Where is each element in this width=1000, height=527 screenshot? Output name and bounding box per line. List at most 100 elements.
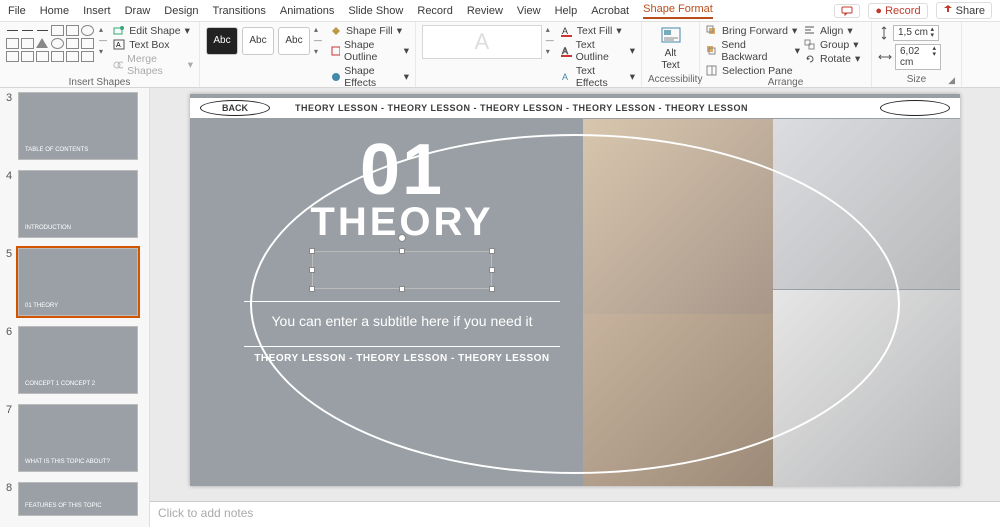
dialog-launcher-icon[interactable]: ◢ xyxy=(948,75,955,86)
text-box-button[interactable]: AText Box xyxy=(113,39,193,51)
workspace: 3TABLE OF CONTENTS 4INTRODUCTION 501 THE… xyxy=(0,88,1000,527)
wordart-expand[interactable]: ▴―▾ xyxy=(546,25,557,56)
share-icon xyxy=(943,4,953,14)
style-swatch[interactable]: Abc xyxy=(242,27,274,55)
group-icon xyxy=(804,39,816,51)
shape-fill-button[interactable]: Shape Fill ▾ xyxy=(330,25,409,37)
alt-text-button[interactable]: AltText xyxy=(649,25,693,71)
tab-review[interactable]: Review xyxy=(467,5,503,17)
style-swatch[interactable]: Abc xyxy=(206,27,238,55)
resize-handle[interactable] xyxy=(489,286,495,292)
tab-file[interactable]: File xyxy=(8,5,26,17)
effects-icon xyxy=(330,71,340,83)
style-expand[interactable]: ▴―▾ xyxy=(314,25,326,56)
resize-handle[interactable] xyxy=(489,267,495,273)
merge-shapes-button[interactable]: Merge Shapes ▾ xyxy=(113,53,193,77)
group-arrange: Bring Forward ▾ Send Backward ▾ Selectio… xyxy=(700,22,872,87)
tab-insert[interactable]: Insert xyxy=(83,5,111,17)
shapes-expand[interactable]: ▴―▾ xyxy=(99,25,109,56)
text-outline-button[interactable]: AText Outline ▾ xyxy=(561,39,635,63)
divider xyxy=(244,346,560,347)
thumb-number: 8 xyxy=(6,482,14,494)
tab-record[interactable]: Record xyxy=(417,5,452,17)
tab-transitions[interactable]: Transitions xyxy=(213,5,266,17)
width-icon xyxy=(878,51,892,63)
resize-handle[interactable] xyxy=(309,286,315,292)
resize-handle[interactable] xyxy=(399,286,405,292)
merge-shapes-icon xyxy=(113,59,123,71)
resize-handle[interactable] xyxy=(309,248,315,254)
group-size: 1,5 cm▴▾ 6,02 cm▴▾ Size◢ xyxy=(872,22,962,87)
slide-thumbnail[interactable]: FEATURES OF THIS TOPIC xyxy=(18,482,138,516)
comment-icon xyxy=(841,6,853,16)
slide-thumbnail-selected[interactable]: 01 THEORY xyxy=(18,248,138,316)
tab-animations[interactable]: Animations xyxy=(280,5,334,17)
resize-handle[interactable] xyxy=(399,248,405,254)
slide-image[interactable] xyxy=(583,314,773,486)
slide-image[interactable] xyxy=(773,119,960,289)
shapes-gallery[interactable] xyxy=(6,25,95,63)
send-backward-icon xyxy=(706,45,717,57)
group-shape-styles: Abc Abc Abc ▴―▾ Shape Fill ▾ Shape Outli… xyxy=(200,22,416,87)
tab-home[interactable]: Home xyxy=(40,5,69,17)
rotate-button[interactable]: Rotate ▾ xyxy=(804,53,860,65)
svg-text:A: A xyxy=(116,42,121,49)
back-button[interactable]: BACK xyxy=(200,100,270,116)
resize-handle[interactable] xyxy=(309,267,315,273)
marquee-text-bottom: THEORY LESSON - THEORY LESSON - THEORY L… xyxy=(232,353,572,364)
slide-thumbnail[interactable]: INTRODUCTION xyxy=(18,170,138,238)
tab-help[interactable]: Help xyxy=(555,5,578,17)
notes-pane[interactable]: Click to add notes xyxy=(150,501,1000,527)
selected-shape[interactable] xyxy=(312,251,492,289)
editor-area: BACK THEORY LESSON - THEORY LESSON - THE… xyxy=(150,88,1000,527)
edit-shape-button[interactable]: Edit Shape ▾ xyxy=(113,25,193,37)
align-icon xyxy=(804,25,816,37)
share-button[interactable]: Share xyxy=(936,2,992,19)
slide-image[interactable] xyxy=(583,119,773,314)
shape-outline-button[interactable]: Shape Outline ▾ xyxy=(330,39,409,63)
height-input[interactable]: 1,5 cm▴▾ xyxy=(893,25,939,41)
group-insert-shapes: ▴―▾ Edit Shape ▾ AText Box Merge Shapes … xyxy=(0,22,200,87)
group-button[interactable]: Group ▾ xyxy=(804,39,860,51)
tab-view[interactable]: View xyxy=(517,5,541,17)
blank-oval[interactable] xyxy=(880,100,950,116)
fill-icon xyxy=(330,25,342,37)
wordart-gallery[interactable]: A xyxy=(422,25,542,59)
comments-button[interactable] xyxy=(834,4,860,18)
bring-forward-icon xyxy=(706,25,718,37)
tab-draw[interactable]: Draw xyxy=(125,5,151,17)
tab-design[interactable]: Design xyxy=(164,5,198,17)
text-outline-icon: A xyxy=(561,45,572,57)
bring-forward-button[interactable]: Bring Forward ▾ xyxy=(706,25,800,37)
text-effects-button[interactable]: AText Effects ▾ xyxy=(561,65,635,89)
thumb-number: 5 xyxy=(6,248,14,260)
group-wordart-styles: A ▴―▾ AText Fill ▾ AText Outline ▾ AText… xyxy=(416,22,642,87)
shape-effects-button[interactable]: Shape Effects ▾ xyxy=(330,65,409,89)
style-swatch[interactable]: Abc xyxy=(278,27,310,55)
slide-image[interactable] xyxy=(773,290,960,486)
svg-text:A: A xyxy=(562,46,568,56)
tab-slideshow[interactable]: Slide Show xyxy=(348,5,403,17)
slide-thumbnail[interactable]: TABLE OF CONTENTS xyxy=(18,92,138,160)
tab-acrobat[interactable]: Acrobat xyxy=(591,5,629,17)
svg-text:A: A xyxy=(562,26,568,36)
send-backward-button[interactable]: Send Backward ▾ xyxy=(706,39,800,63)
slide-number[interactable]: 01 xyxy=(232,134,572,206)
resize-handle[interactable] xyxy=(489,248,495,254)
rotate-handle[interactable] xyxy=(398,234,406,242)
record-button[interactable]: ● Record xyxy=(868,3,927,19)
slide-subtitle[interactable]: You can enter a subtitle here if you nee… xyxy=(232,312,572,332)
rotate-icon xyxy=(804,53,816,65)
shape-style-gallery[interactable]: Abc Abc Abc ▴―▾ xyxy=(206,25,326,56)
svg-text:A: A xyxy=(562,72,568,82)
align-button[interactable]: Align ▾ xyxy=(804,25,860,37)
slide-thumbnail[interactable]: WHAT IS THIS TOPIC ABOUT? xyxy=(18,404,138,472)
thumbnails-panel[interactable]: 3TABLE OF CONTENTS 4INTRODUCTION 501 THE… xyxy=(0,88,150,527)
selection-pane-button[interactable]: Selection Pane xyxy=(706,65,800,77)
tab-shape-format[interactable]: Shape Format xyxy=(643,3,713,19)
slide-canvas[interactable]: BACK THEORY LESSON - THEORY LESSON - THE… xyxy=(190,94,960,486)
slide-thumbnail[interactable]: CONCEPT 1 CONCEPT 2 xyxy=(18,326,138,394)
text-fill-button[interactable]: AText Fill ▾ xyxy=(561,25,635,37)
width-input[interactable]: 6,02 cm▴▾ xyxy=(895,44,941,70)
group-accessibility: AltText Accessibility xyxy=(642,22,700,87)
